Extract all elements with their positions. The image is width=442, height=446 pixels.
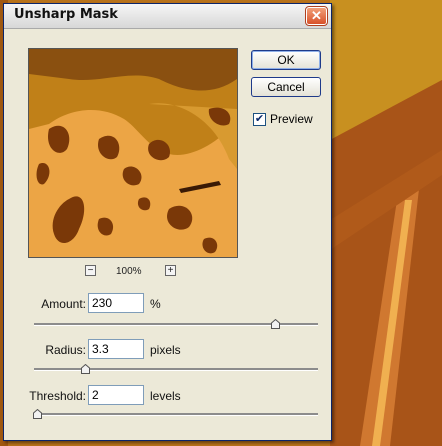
- ok-button[interactable]: OK: [251, 50, 321, 70]
- radius-slider-track: [34, 368, 318, 371]
- close-button[interactable]: ✕: [305, 6, 328, 26]
- radius-label: Radius:: [45, 343, 86, 357]
- amount-unit: %: [150, 297, 161, 311]
- radius-field[interactable]: [88, 339, 144, 359]
- radius-unit: pixels: [150, 343, 181, 357]
- unsharp-mask-dialog: Unsharp Mask ✕ − 100% + OK Cancel ✔ Prev…: [3, 3, 332, 441]
- threshold-field[interactable]: [88, 385, 144, 405]
- zoom-in-icon: +: [167, 265, 174, 276]
- slider-thumb-icon[interactable]: [271, 319, 281, 329]
- preview-checkbox[interactable]: ✔: [253, 113, 266, 126]
- threshold-slider-track: [34, 413, 318, 416]
- radius-slider[interactable]: [34, 364, 318, 376]
- amount-field[interactable]: [88, 293, 144, 313]
- zoom-level: 100%: [116, 266, 142, 277]
- zoom-out-icon: −: [87, 265, 94, 276]
- preview-image[interactable]: [28, 48, 238, 258]
- slider-thumb-icon[interactable]: [32, 409, 42, 419]
- amount-label: Amount:: [41, 297, 86, 311]
- close-icon: ✕: [311, 8, 322, 23]
- threshold-unit: levels: [150, 389, 181, 403]
- checkmark-icon: ✔: [254, 113, 265, 125]
- dialog-title: Unsharp Mask: [14, 7, 118, 22]
- slider-thumb-icon[interactable]: [81, 364, 91, 374]
- dialog-titlebar[interactable]: Unsharp Mask ✕: [4, 4, 331, 29]
- preview-image-content: [29, 49, 237, 257]
- zoom-out-button[interactable]: −: [85, 265, 96, 276]
- threshold-slider[interactable]: [32, 409, 318, 421]
- threshold-label: Threshold:: [29, 389, 86, 403]
- zoom-in-button[interactable]: +: [165, 265, 176, 276]
- cancel-button[interactable]: Cancel: [251, 77, 321, 97]
- amount-slider[interactable]: [34, 319, 318, 331]
- preview-label[interactable]: Preview: [270, 112, 313, 126]
